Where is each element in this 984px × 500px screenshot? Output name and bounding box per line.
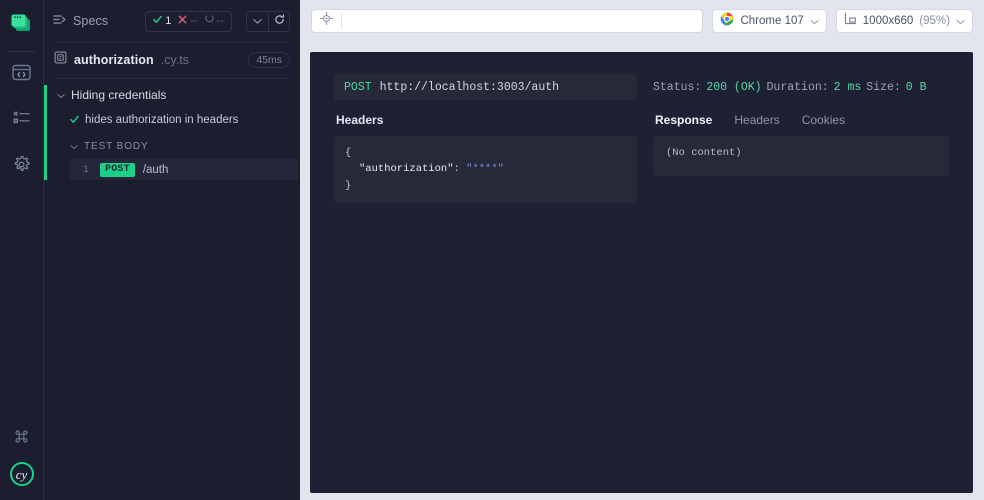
chevron-down-icon (57, 86, 65, 104)
tab-response[interactable]: Response (655, 113, 712, 127)
command-method-badge: POST (100, 162, 135, 177)
request-pane: POST http://localhost:3003/auth Headers … (334, 74, 637, 203)
command-key-icon (13, 428, 30, 450)
request-method: POST (344, 80, 372, 94)
viewport-selector[interactable]: 1000x660 (95%) (835, 9, 973, 33)
app-preview-panel: POST http://localhost:3003/auth Headers … (310, 52, 973, 493)
stat-failed-value: -- (190, 15, 198, 27)
suite-title: Hiding credentials (71, 88, 167, 102)
cypress-cy-badge[interactable]: cy (9, 462, 34, 486)
chevron-down-icon (956, 12, 965, 30)
specs-sidebar: Specs 1 -- -- authorization .cy.ts 45ms … (43, 0, 300, 500)
header-divider (53, 42, 291, 43)
test-body-row[interactable]: TEST BODY (44, 136, 300, 156)
url-bar[interactable] (311, 9, 704, 33)
rerun-button[interactable] (268, 11, 289, 31)
specs-header-controls (246, 10, 290, 32)
gear-icon (12, 155, 31, 179)
request-url-bar: POST http://localhost:3003/auth (334, 74, 637, 100)
viewport-size-icon (844, 12, 857, 30)
viewport-size-label: 1000x660 (862, 15, 914, 27)
sidebar-item-settings[interactable] (0, 144, 43, 190)
specs-title: Specs (73, 14, 109, 28)
check-icon (153, 15, 163, 27)
code-window-icon (12, 63, 31, 87)
runner-area: Chrome 107 1000x660 (95%) POST http://lo… (300, 0, 984, 500)
spec-file-extension: .cy.ts (160, 53, 190, 67)
request-headers-json: { "authorization": "****" } (334, 136, 637, 203)
cy-badge-label: cy (15, 466, 28, 482)
stat-pending-value: -- (216, 15, 224, 27)
tab-cookies[interactable]: Cookies (802, 113, 845, 127)
url-divider (341, 13, 342, 29)
chevron-down-icon (810, 12, 819, 30)
spec-file-row[interactable]: authorization .cy.ts 45ms (44, 46, 300, 74)
cypress-stacked-windows-icon[interactable] (11, 14, 32, 38)
duration-label: Duration: (766, 80, 829, 94)
stat-passed: 1 (153, 15, 171, 27)
response-body: (No content) (653, 136, 949, 176)
pending-circle-icon (204, 15, 214, 27)
chevron-down-icon (253, 12, 262, 30)
request-headers-label: Headers (336, 113, 384, 127)
response-pane: Status: 200 (OK) Duration: 2 ms Size: 0 … (653, 74, 949, 203)
status-label: Status: (653, 80, 702, 94)
spec-duration-badge: 45ms (248, 51, 290, 69)
close-icon (178, 15, 187, 27)
stat-passed-value: 1 (165, 15, 172, 27)
size-label: Size: (866, 80, 901, 94)
test-row[interactable]: hides authorization in headers (44, 110, 300, 130)
command-number: 1 (82, 163, 89, 176)
specs-header: Specs 1 -- -- (44, 0, 300, 42)
tab-headers[interactable]: Headers (734, 113, 779, 127)
check-icon (70, 111, 79, 129)
size-value: 0 B (905, 80, 927, 94)
list-runs-icon (12, 110, 31, 132)
chevron-down-icon (70, 137, 78, 155)
keyboard-shortcuts-button[interactable] (0, 416, 43, 462)
json-open-brace: { (345, 147, 352, 159)
browser-label: Chrome 107 (740, 15, 804, 27)
collapse-all-button[interactable] (247, 12, 268, 31)
test-body-label: TEST BODY (84, 140, 149, 152)
json-close-brace: } (345, 179, 352, 192)
sidebar-item-specs-browser[interactable] (0, 52, 43, 98)
request-url: http://localhost:3003/auth (379, 80, 560, 94)
app-toolbar: Chrome 107 1000x660 (95%) (300, 0, 984, 42)
duration-value: 2 ms (833, 80, 862, 94)
json-colon: : (453, 163, 460, 176)
crosshair-target-icon[interactable] (320, 12, 333, 30)
json-value: "****" (466, 163, 504, 176)
test-tree: Hiding credentials hides authorization i… (44, 79, 300, 180)
suite-row[interactable]: Hiding credentials (44, 85, 300, 105)
file-document-icon (54, 51, 67, 69)
viewport-scale-label: (95%) (919, 15, 950, 27)
icon-rail: cy (0, 0, 43, 500)
test-stats: 1 -- -- (145, 10, 232, 32)
command-row[interactable]: 1 POST /auth (70, 159, 298, 180)
test-title: hides authorization in headers (85, 114, 239, 126)
passed-accent-bar (44, 85, 47, 180)
response-meta: Status: 200 (OK) Duration: 2 ms Size: 0 … (653, 74, 949, 100)
command-url: /auth (142, 163, 169, 176)
sidebar-item-runs[interactable] (0, 98, 43, 144)
request-response-panes: POST http://localhost:3003/auth Headers … (310, 52, 973, 203)
spec-file-name: authorization (74, 53, 154, 67)
chrome-logo-icon (720, 12, 734, 31)
specs-list-icon[interactable] (53, 12, 66, 30)
stat-pending: -- (204, 15, 224, 27)
response-tabs: Response Headers Cookies (655, 113, 949, 127)
json-entry: "authorization": "****" (345, 161, 626, 177)
stat-failed: -- (178, 15, 198, 27)
reload-icon (274, 12, 285, 30)
json-key: "authorization" (359, 163, 454, 176)
browser-selector[interactable]: Chrome 107 (712, 9, 827, 33)
status-value: 200 (OK) (706, 80, 762, 94)
cypress-test-runner: cy Specs 1 -- -- authorization .cy.ts 45… (0, 0, 984, 500)
